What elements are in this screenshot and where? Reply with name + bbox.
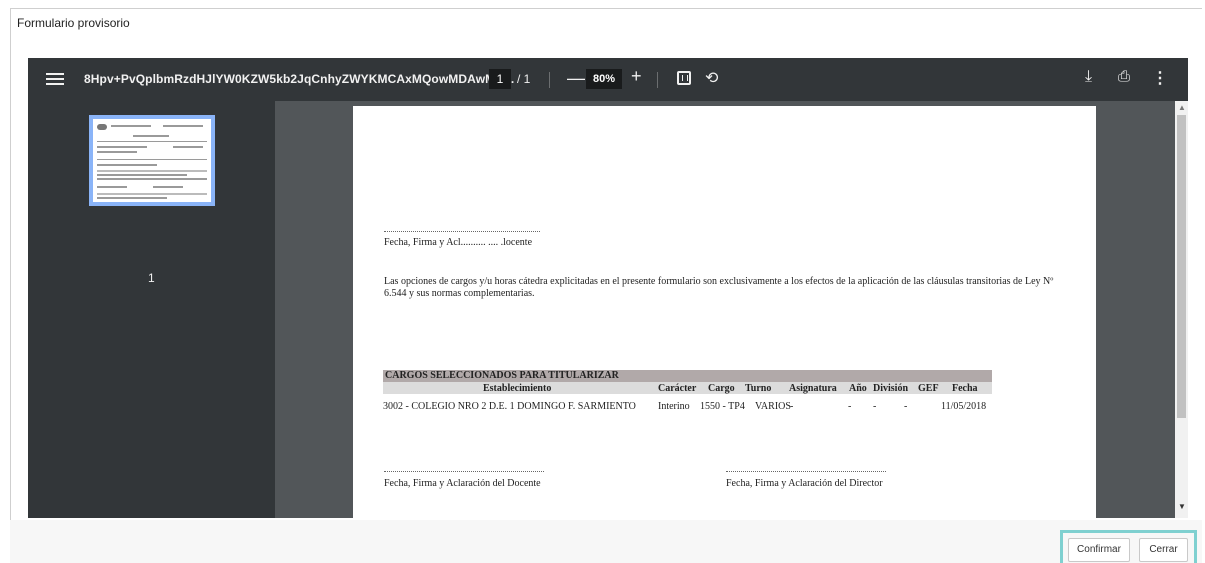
- table-header: Fecha: [952, 383, 978, 394]
- signature-label-director: Fecha, Firma y Aclaración del Director: [726, 478, 883, 489]
- zoom-in-icon[interactable]: +: [631, 66, 642, 87]
- page-total: / 1: [517, 72, 531, 86]
- table-cell: -: [848, 401, 852, 412]
- table-header: Carácter: [658, 383, 697, 394]
- scroll-up-icon[interactable]: ▲: [1178, 103, 1186, 112]
- menu-icon[interactable]: [46, 70, 64, 88]
- table-header: GEF: [918, 383, 939, 394]
- more-vert-icon[interactable]: ⋮: [1152, 68, 1168, 88]
- table-cell: Interino: [658, 401, 690, 412]
- table-header: Cargo: [708, 383, 735, 394]
- table-cell: VARIOS: [755, 401, 791, 412]
- rotate-icon[interactable]: ⟲: [705, 68, 718, 88]
- table-header: Año: [849, 383, 867, 394]
- table-cell: 1550 - TP4: [700, 401, 745, 412]
- table-header: Turno: [745, 383, 772, 394]
- pdf-viewer: 8Hpv+PvQplbmRzdHJlYW0KZW5kb2JqCnhyZWYKMC…: [28, 58, 1188, 518]
- disclaimer-paragraph: Las opciones de cargos y/u horas cátedra…: [384, 276, 1054, 299]
- signature-label-docente: Fecha, Firma y Aclaración del Docente: [384, 478, 541, 489]
- pdf-toolbar: 8Hpv+PvQplbmRzdHJlYW0KZW5kb2JqCnhyZWYKMC…: [28, 58, 1188, 101]
- zoom-input[interactable]: 80%: [586, 69, 622, 89]
- fit-page-icon[interactable]: [677, 71, 691, 85]
- table-cell: 3002 - COLEGIO NRO 2 D.E. 1 DOMINGO F. S…: [383, 401, 636, 412]
- section-title: CARGOS SELECCIONADOS PARA TITULARIZAR: [383, 370, 992, 382]
- signature-label-top: Fecha, Firma y Acl.......... .... .locen…: [384, 237, 533, 248]
- thumbnail-sidebar: 1: [28, 101, 275, 518]
- table-cell: -: [904, 401, 908, 412]
- document-area[interactable]: Fecha, Firma y Acl.......... .... .locen…: [275, 101, 1175, 518]
- download-icon[interactable]: ⤓: [1085, 68, 1092, 86]
- modal-title: Formulario provisorio: [17, 16, 130, 30]
- pdf-filename: 8Hpv+PvQplbmRzdHJlYW0KZW5kb2JqCnhyZWYKMC…: [84, 72, 515, 86]
- toolbar-divider: [657, 72, 658, 88]
- table-header: División: [873, 383, 909, 394]
- scroll-down-icon[interactable]: ▼: [1178, 502, 1186, 511]
- table-cell: -: [790, 401, 794, 412]
- signature-line: [384, 471, 544, 472]
- confirm-button[interactable]: Confirmar: [1068, 538, 1130, 562]
- table-header: Asignatura: [789, 383, 837, 394]
- table-cell: 11/05/2018: [941, 401, 987, 412]
- page-number-input[interactable]: 1: [489, 69, 511, 89]
- vertical-scrollbar[interactable]: ▲ ▼: [1175, 101, 1188, 518]
- print-icon[interactable]: ⎙: [1118, 68, 1130, 85]
- page-thumbnail[interactable]: [89, 115, 215, 206]
- page-indicator: 1 / 1: [489, 69, 530, 89]
- toolbar-divider: [549, 72, 550, 88]
- thumbnail-page-number: 1: [148, 271, 155, 285]
- modal-footer: [10, 520, 1202, 563]
- close-button[interactable]: Cerrar: [1139, 538, 1188, 562]
- table-header: Establecimiento: [483, 383, 552, 394]
- scroll-thumb[interactable]: [1177, 115, 1186, 418]
- zoom-out-icon[interactable]: —: [567, 68, 585, 89]
- pdf-page: Fecha, Firma y Acl.......... .... .locen…: [353, 106, 1096, 518]
- signature-line: [726, 471, 886, 472]
- table-cell: -: [873, 401, 877, 412]
- signature-line: [384, 231, 540, 232]
